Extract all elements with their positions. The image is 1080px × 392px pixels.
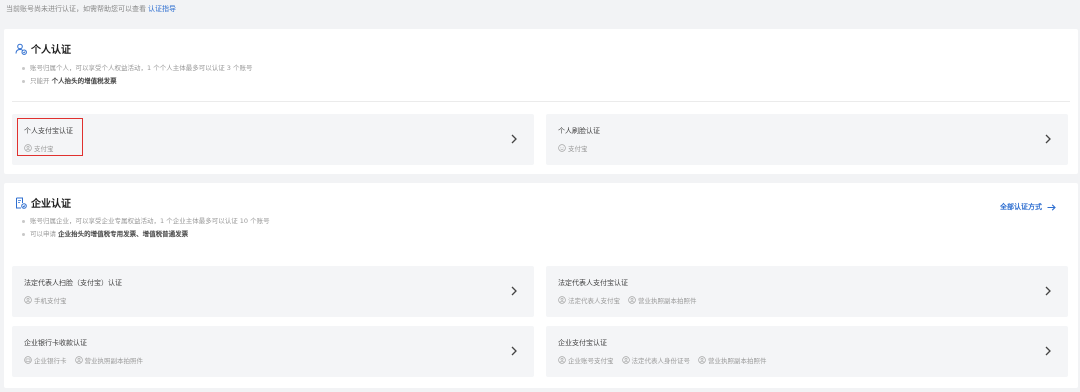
divider [12,101,1070,102]
bank-card-icon [24,356,32,364]
option-label: 企业支付宝认证 [558,339,607,347]
chevron-right-icon [1045,134,1051,144]
option-label: 个人刷脸认证 [558,127,600,135]
personal-auth-title: 个人认证 [31,45,71,56]
option-requirement: 营业执照副本拍照件 [74,355,143,365]
bullet-item: 可以申请 企业抬头的增值税专用发票、增值税普通发票 [22,228,270,241]
option-legal-rep-alipay[interactable]: 法定代表人支付宝认证 法定代表人支付宝 营业执照副本拍照件 [546,266,1068,317]
personal-auth-card: 个人认证 账号归属个人，可以享受个人权益活动，1 个个人主体最多可以认证 3 个… [4,29,1078,174]
enterprise-bullets: 账号归属企业，可以享受企业专属权益活动，1 个企业主体最多可以认证 10 个账号… [22,215,270,241]
enterprise-auth-header: 企业认证 [15,195,71,210]
option-label: 法定代表人支付宝认证 [558,279,628,287]
chevron-right-icon [511,286,517,296]
option-personal-alipay[interactable]: 个人支付宝认证 支付宝 [12,114,534,165]
chevron-right-icon [511,134,517,144]
option-label: 企业银行卡收款认证 [24,339,87,347]
person-circle-icon [558,296,566,304]
enterprise-auth-card: 企业认证 全部认证方式 账号归属企业，可以享受企业专属权益活动，1 个企业主体最… [4,183,1078,388]
person-circle-icon [24,144,32,152]
option-requirement: 支付宝 [24,143,54,153]
option-bank-card[interactable]: 企业银行卡收款认证 企业银行卡 营业执照副本拍照件 [12,326,534,377]
auth-notice: 当前账号尚未进行认证，如需帮助您可以查看 认证指导 [6,4,176,15]
person-circle-icon [628,296,636,304]
option-enterprise-alipay[interactable]: 企业支付宝认证 企业账号支付宝 法定代表人身份证号 营业执照副本拍照件 [546,326,1068,377]
option-personal-face[interactable]: 个人刷脸认证 支付宝 [546,114,1068,165]
option-requirement: 法定代表人身份证号 [621,355,690,365]
option-requirement: 手机支付宝 [24,295,67,305]
enterprise-doc-icon [16,197,27,209]
person-circle-icon [74,356,83,364]
auth-guide-link[interactable]: 认证指导 [148,5,176,13]
personal-bullets: 账号归属个人，可以享受个人权益活动，1 个个人主体最多可以认证 3 个账号 只能… [22,62,252,88]
person-circle-icon [558,356,566,364]
option-requirement: 企业银行卡 [24,355,67,365]
option-requirement: 支付宝 [558,143,588,153]
person-circle-icon [698,356,706,364]
person-circle-icon [621,356,630,364]
personal-auth-header: 个人认证 [15,41,71,56]
option-requirement: 法定代表人支付宝 [558,295,620,305]
chevron-right-icon [1045,346,1051,356]
arrow-right-icon [1047,203,1056,211]
bullet-item: 账号归属企业，可以享受企业专属权益活动，1 个企业主体最多可以认证 10 个账号 [22,215,270,228]
option-label: 个人支付宝认证 [24,127,73,135]
option-requirement: 营业执照副本拍照件 [628,295,697,305]
person-circle-icon [24,296,32,304]
bullet-item: 只能开 个人抬头的增值税发票 [22,75,252,88]
notice-text: 当前账号尚未进行认证，如需帮助您可以查看 [6,5,146,13]
option-legal-rep-face[interactable]: 法定代表人扫脸（支付宝）认证 手机支付宝 [12,266,534,317]
enterprise-auth-title: 企业认证 [31,199,71,210]
all-methods-link[interactable]: 全部认证方式 [1000,202,1056,212]
chevron-right-icon [511,346,517,356]
option-requirement: 营业执照副本拍照件 [698,355,767,365]
bullet-item: 账号归属个人，可以享受个人权益活动，1 个个人主体最多可以认证 3 个账号 [22,62,252,75]
person-shield-icon [15,43,27,55]
face-icon [558,144,566,152]
option-requirement: 企业账号支付宝 [558,355,614,365]
chevron-right-icon [1045,286,1051,296]
option-label: 法定代表人扫脸（支付宝）认证 [24,279,122,287]
